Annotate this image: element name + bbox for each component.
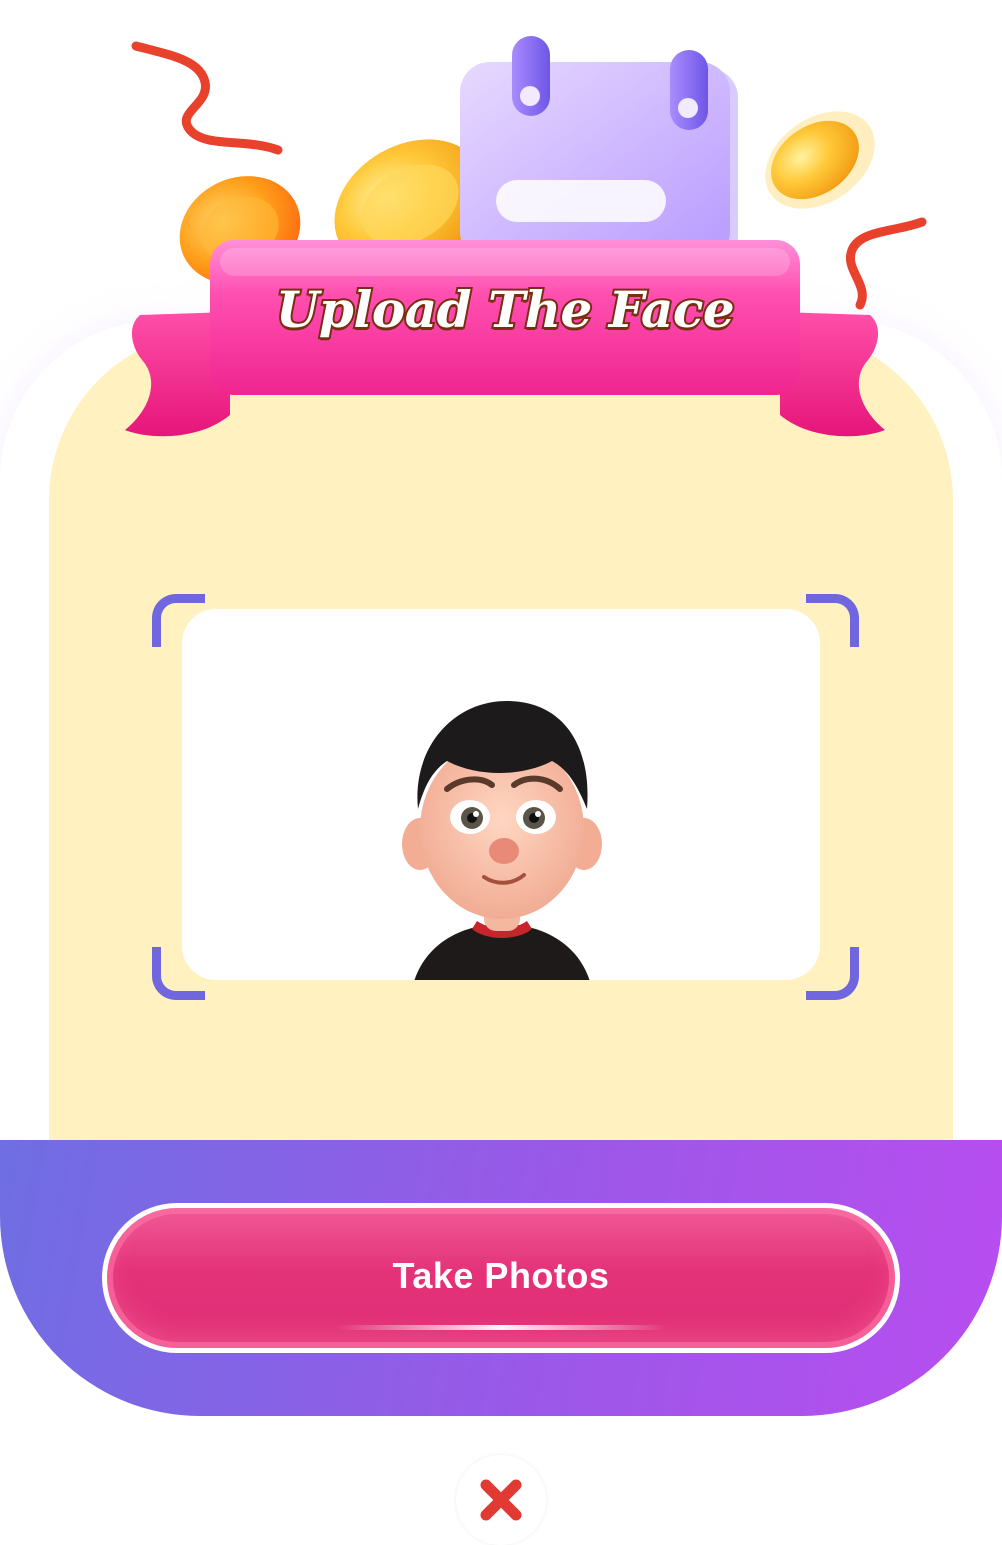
ribbon-streamer-icon — [131, 41, 283, 155]
upload-face-dialog: Upload The Face Take Photos — [0, 0, 1002, 1545]
dialog-title: Upload The Face — [274, 278, 737, 341]
take-photos-button[interactable]: Take Photos — [102, 1203, 900, 1353]
avatar-illustration — [402, 701, 602, 980]
face-photo-area[interactable] — [182, 609, 820, 980]
close-x-icon — [480, 1479, 522, 1521]
take-photos-label: Take Photos — [392, 1255, 610, 1296]
close-button[interactable] — [456, 1455, 546, 1545]
title-banner: Upload The Face — [120, 230, 890, 450]
coin-icon — [765, 111, 875, 209]
banner-ribbon — [125, 240, 885, 437]
button-shine — [337, 1325, 667, 1330]
